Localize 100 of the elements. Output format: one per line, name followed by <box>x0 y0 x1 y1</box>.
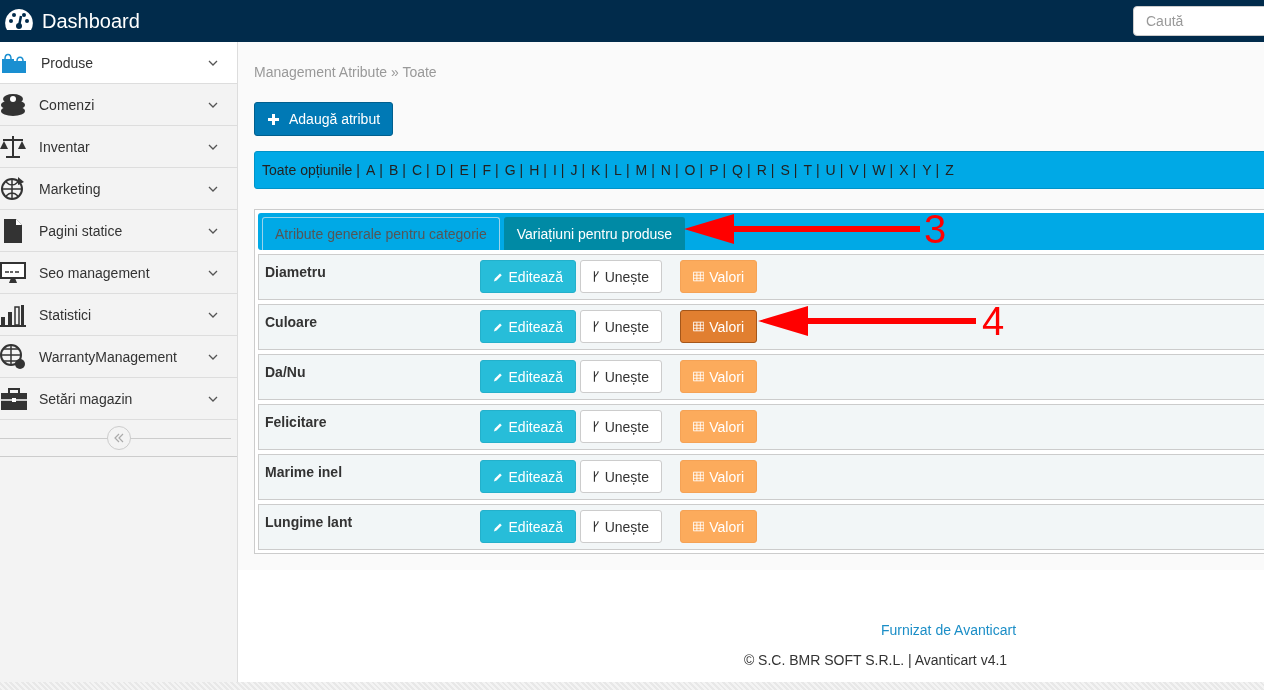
letter-filter-link[interactable]: M <box>635 162 648 178</box>
chevron-down-icon <box>208 395 218 402</box>
merge-button[interactable]: Unește <box>580 260 662 293</box>
chevron-down-icon <box>208 101 218 108</box>
breadcrumb: Management Atribute » Toate <box>254 64 438 80</box>
letter-filter-link[interactable]: S <box>780 162 790 178</box>
letter-filter-link[interactable]: P <box>709 162 719 178</box>
separator: | <box>356 162 360 178</box>
merge-icon <box>593 370 600 383</box>
letter-filter-link[interactable]: D <box>435 162 446 178</box>
letter-filter-link[interactable]: U <box>825 162 836 178</box>
sidebar-item[interactable]: Inventar <box>0 126 237 168</box>
chevron-down-icon <box>208 353 218 360</box>
separator: | <box>604 162 609 178</box>
letter-filter-link[interactable]: C <box>411 162 423 178</box>
merge-button[interactable]: Unește <box>580 410 662 443</box>
separator: | <box>839 162 844 178</box>
sidebar-item[interactable]: Setări magazin <box>0 378 237 420</box>
sidebar-item[interactable]: Produse <box>0 42 237 84</box>
sidebar-item[interactable]: Marketing <box>0 168 237 210</box>
separator: | <box>651 162 655 178</box>
attribute-name: Culoare <box>264 313 319 330</box>
sidebar-item[interactable]: Comenzi <box>0 84 237 126</box>
separator: | <box>379 162 383 178</box>
annotation-number: 3 <box>924 209 947 249</box>
separator: | <box>747 162 751 178</box>
merge-icon <box>593 470 600 483</box>
sidebar-item[interactable]: WarrantyManagement <box>0 336 237 378</box>
separator: | <box>770 162 775 178</box>
globe-dollar-icon <box>0 342 28 371</box>
letter-filter-link[interactable]: Y <box>922 162 932 178</box>
letter-filter-link[interactable]: E <box>459 162 469 178</box>
separator: | <box>862 162 867 178</box>
add-attribute-button[interactable]: Adaugă atribut <box>254 102 394 136</box>
sidebar-item[interactable]: Statistici <box>0 294 237 336</box>
merge-button[interactable]: Unește <box>580 510 662 543</box>
merge-icon <box>593 420 600 433</box>
merge-button[interactable]: Unește <box>580 360 662 393</box>
separator: | <box>935 162 940 178</box>
collapse-sidebar-button[interactable] <box>106 426 131 450</box>
separator: | <box>581 162 586 178</box>
letter-filter-link[interactable]: O <box>684 162 696 178</box>
sidebar-item[interactable]: Seo management <box>0 252 237 294</box>
search-field[interactable]: Caută <box>1133 6 1264 36</box>
chevron-down-icon <box>208 227 218 234</box>
letter-filter-link[interactable]: Toate opțiunile <box>262 162 353 178</box>
letter-filter-link[interactable]: L <box>614 162 622 178</box>
merge-button[interactable]: Unește <box>580 310 662 343</box>
letter-filter-link[interactable]: K <box>591 162 601 178</box>
chevron-down-icon <box>208 185 218 192</box>
separator: | <box>560 162 565 178</box>
tab[interactable]: Variațiuni pentru produse <box>503 217 686 250</box>
annotation-number: 4 <box>982 301 1005 341</box>
letter-filter-link[interactable]: V <box>849 162 859 178</box>
letter-filter-link[interactable]: G <box>504 162 516 178</box>
letter-filter-link[interactable]: W <box>872 162 886 178</box>
letter-filter-link[interactable]: R <box>756 162 767 178</box>
letter-filter-link[interactable]: A <box>365 162 376 178</box>
separator: | <box>543 162 547 178</box>
table-icon <box>693 421 705 432</box>
chevron-down-icon <box>208 269 218 276</box>
powered-by-link[interactable]: Furnizat de Avanticart <box>880 622 1017 638</box>
table-icon <box>693 321 705 332</box>
separator: | <box>699 162 704 178</box>
separator: | <box>815 162 820 178</box>
chevron-down-icon <box>208 59 218 66</box>
letter-filter-link[interactable]: B <box>388 162 399 178</box>
separator: | <box>426 162 430 178</box>
table-icon <box>693 271 705 282</box>
double-chevron-left-icon <box>112 433 125 443</box>
letter-filter-link[interactable]: X <box>899 162 909 178</box>
attribute-name: Da/Nu <box>264 363 307 380</box>
separator: | <box>793 162 798 178</box>
attribute-name: Lungime lant <box>264 513 354 530</box>
separator: | <box>674 162 679 178</box>
sidebar-item[interactable]: Pagini statice <box>0 210 237 252</box>
letter-filter-link[interactable]: N <box>660 162 671 178</box>
separator: | <box>449 162 454 178</box>
attribute-name: Felicitare <box>264 413 328 430</box>
letter-filter-link[interactable]: H <box>529 162 540 178</box>
letter-filter-link[interactable]: T <box>803 162 812 178</box>
table-icon <box>693 371 705 382</box>
letter-filter-link[interactable]: F <box>482 162 491 178</box>
merge-icon <box>593 320 600 333</box>
app-title: Dashboard <box>42 9 140 33</box>
table-icon <box>693 471 705 482</box>
separator: | <box>402 162 406 178</box>
attribute-name: Diametru <box>264 263 327 280</box>
separator: | <box>495 162 499 178</box>
plus-icon <box>267 112 280 126</box>
letter-filter-link[interactable]: J <box>570 162 578 178</box>
letter-filter-link[interactable]: Z <box>945 162 954 178</box>
attribute-name: Marime inel <box>264 463 344 480</box>
separator: | <box>912 162 917 178</box>
separator: | <box>472 162 477 178</box>
merge-button[interactable]: Unește <box>580 460 662 493</box>
separator: | <box>625 162 630 178</box>
letter-filter-link[interactable]: Q <box>732 162 743 178</box>
chevron-down-icon <box>208 143 218 150</box>
letter-filter-link[interactable]: I <box>552 162 557 178</box>
